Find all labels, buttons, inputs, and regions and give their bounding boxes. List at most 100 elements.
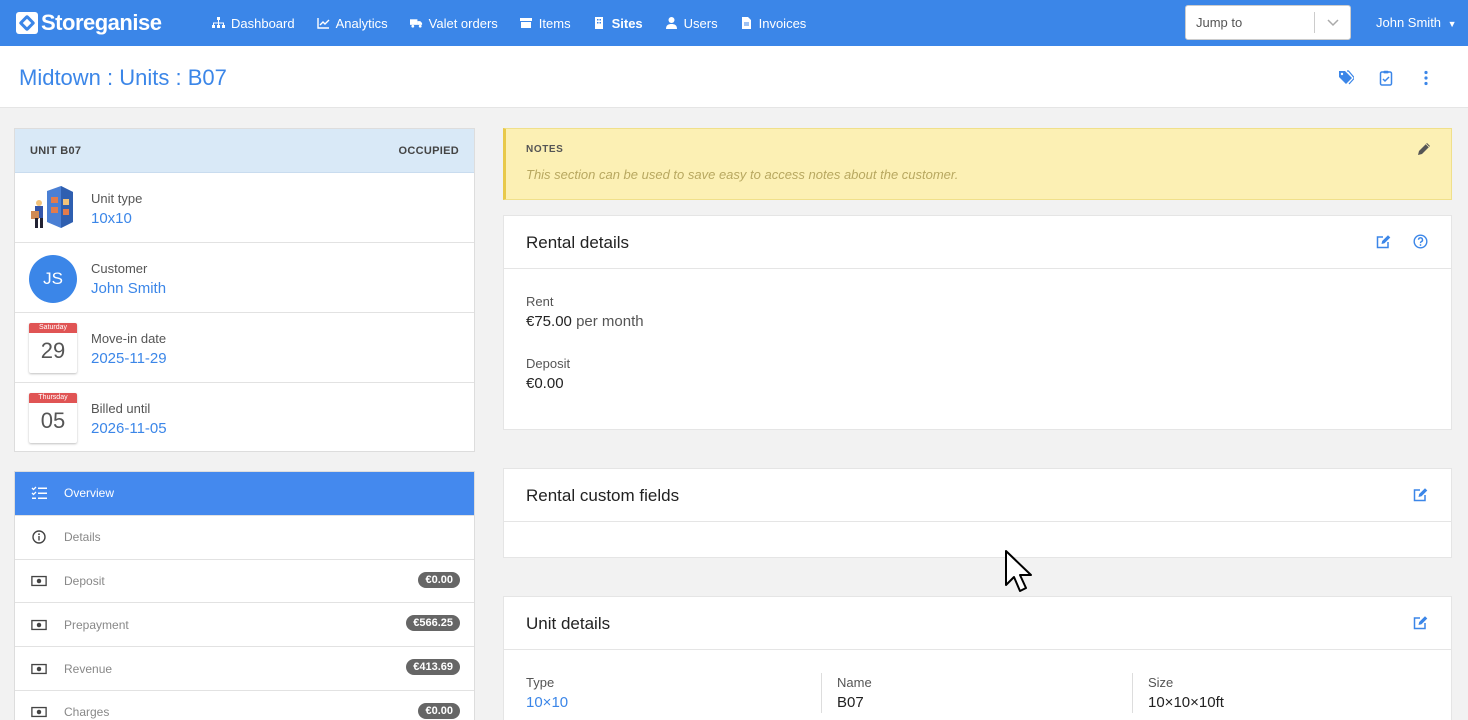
menu-item-label: Details [64,530,101,545]
customer-label: Customer [91,261,148,276]
calendar-day: 29 [40,338,66,363]
unit-status-badge: OCCUPIED [398,144,459,157]
more-vertical-icon[interactable] [1418,70,1434,86]
jump-to-select[interactable]: Jump to [1185,5,1351,40]
nav-sites[interactable]: Sites [593,16,643,31]
brand-name: Storeganise [41,10,162,35]
caret-down-icon: ▼ [1447,19,1457,29]
charges-amount-badge: €0.00 [418,702,460,719]
calendar-icon: Saturday 29 [29,323,77,373]
rent-period: per month [576,313,644,330]
menu-item-charges[interactable]: Charges €0.00 [15,691,474,720]
menu-item-overview[interactable]: Overview [15,472,474,516]
nav-users[interactable]: Users [665,16,718,31]
rental-details-header: Rental details [504,216,1451,269]
nav-analytics-label: Analytics [335,15,388,31]
rent-label: Rent [526,294,554,309]
unit-type-field-label: Type [526,675,555,690]
prepayment-amount-badge: €566.25 [406,615,460,632]
pencil-icon[interactable] [1417,142,1431,156]
user-name: John Smith [1376,15,1442,30]
calendar-weekday: Thursday [29,393,77,403]
unit-type-illustration-icon [31,186,73,228]
chevron-down-icon[interactable] [1315,18,1350,27]
page-header: Midtown : Units : B07 [0,46,1468,108]
column-divider [821,673,822,713]
nav-items[interactable]: Items [519,15,571,31]
move-in-date-link[interactable]: 2025-11-29 [91,350,167,367]
customer-link[interactable]: John Smith [91,280,166,297]
unit-card-title: UNIT B07 [30,144,82,157]
calendar-weekday: Saturday [29,323,77,333]
help-icon[interactable] [1413,234,1428,249]
nav-invoices-label: Invoices [758,15,807,31]
menu-item-label: Overview [64,486,115,501]
top-navbar: Storeganise Dashboard Analytics Valet or… [0,0,1468,46]
move-in-row: Saturday 29 Move-in date 2025-11-29 [15,313,474,383]
menu-item-label: Revenue [64,661,113,676]
sitemap-icon [212,17,225,28]
menu-item-revenue[interactable]: Revenue €413.69 [15,647,474,691]
money-icon [31,575,47,587]
unit-name-label: Name [837,675,872,690]
rental-details-title: Rental details [526,233,630,252]
unit-side-menu: Overview Details Deposit €0.00 Prepaymen… [14,471,475,720]
notes-panel: NOTES This section can be used to save e… [503,128,1452,200]
storeganise-logo-icon [16,12,38,34]
unit-type-field-link[interactable]: 10×10 [526,694,568,711]
rental-custom-fields-title: Rental custom fields [526,486,680,505]
rental-custom-fields-header: Rental custom fields [504,469,1451,522]
tags-icon[interactable] [1338,70,1354,86]
nav-sites-label: Sites [611,15,643,31]
unit-name-value: B07 [837,694,864,711]
clipboard-check-icon[interactable] [1378,70,1394,86]
edit-icon[interactable] [1413,615,1428,630]
page-title: Midtown : Units : B07 [19,65,227,90]
nav-analytics[interactable]: Analytics [316,15,388,31]
menu-item-deposit[interactable]: Deposit €0.00 [15,560,474,604]
billed-until-label: Billed until [91,401,151,416]
menu-item-label: Prepayment [64,617,129,632]
money-icon [31,707,47,718]
nav-invoices[interactable]: Invoices [740,15,807,31]
rent-value: €75.00 per month [526,313,644,330]
nav-valet-orders[interactable]: Valet orders [409,15,498,31]
jump-to-placeholder: Jump to [1196,15,1243,30]
user-icon [665,17,677,29]
user-menu[interactable]: John Smith ▼ [1376,15,1457,30]
edit-icon[interactable] [1376,234,1391,249]
brand-logo[interactable]: Storeganise [16,10,162,36]
calendar-day: 05 [40,408,66,433]
column-divider [1132,673,1133,713]
main-nav: Dashboard Analytics Valet orders Items S… [212,0,828,46]
nav-items-label: Items [538,15,571,31]
revenue-amount-badge: €413.69 [406,659,460,676]
deposit-label: Deposit [526,356,571,371]
unit-size-label: Size [1148,675,1174,690]
notes-title: NOTES [526,144,564,155]
billed-until-link[interactable]: 2026-11-05 [91,420,167,437]
menu-item-details[interactable]: Details [15,516,474,560]
unit-details-panel: Unit details Type 10×10 Name B07 Size 10… [503,596,1452,720]
rent-amount: €75.00 [526,313,572,330]
nav-dashboard-label: Dashboard [231,15,295,31]
move-in-label: Move-in date [91,331,167,346]
unit-card-header: UNIT B07 OCCUPIED [15,129,474,173]
edit-icon[interactable] [1413,487,1428,502]
nav-users-label: Users [683,15,718,31]
list-check-icon [31,486,47,500]
notes-text: This section can be used to save easy to… [526,167,959,182]
chart-icon [316,18,330,29]
nav-dashboard[interactable]: Dashboard [212,16,295,31]
unit-type-label: Unit type [91,191,143,206]
rental-details-panel: Rental details Rent €75.00 per month Dep… [503,215,1452,430]
menu-item-prepayment[interactable]: Prepayment €566.25 [15,603,474,648]
unit-details-header: Unit details [504,597,1451,650]
deposit-value: €0.00 [526,375,564,392]
rental-custom-fields-panel: Rental custom fields [503,468,1452,558]
customer-avatar[interactable]: JS [29,255,77,303]
file-icon [741,17,751,29]
nav-valet-orders-label: Valet orders [428,15,498,31]
billed-until-row: Thursday 05 Billed until 2026-11-05 [15,383,474,453]
unit-type-link[interactable]: 10x10 [91,210,132,227]
